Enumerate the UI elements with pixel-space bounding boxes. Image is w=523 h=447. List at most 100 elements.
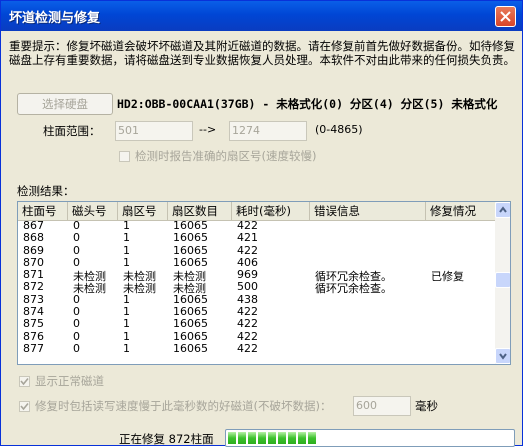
warning-notice: 重要提示：修复坏磁道会破坏坏磁道及其附近磁道的数据。请在修复前首先做好数据备份。… [9, 39, 515, 67]
table-cell: 1 [123, 317, 130, 331]
scroll-down-button[interactable] [495, 348, 510, 364]
table-cell: 422 [237, 317, 258, 331]
accurate-sector-checkbox[interactable] [119, 151, 130, 162]
chevron-up-icon [499, 206, 507, 213]
table-cell: 874 [23, 305, 44, 319]
table-cell: 422 [237, 329, 258, 343]
close-icon [500, 11, 511, 22]
table-cell: 16065 [173, 292, 208, 306]
table-cell: 16065 [173, 317, 208, 331]
cylinder-from-input[interactable]: 501 [115, 121, 193, 141]
table-cell: 1 [123, 255, 130, 269]
column-header[interactable]: 耗时(毫秒) [232, 202, 310, 220]
cylinder-to-input[interactable]: 1274 [229, 121, 307, 141]
table-cell: 0 [73, 317, 80, 331]
table-cell: 0 [73, 255, 80, 269]
threshold-ms-input[interactable]: 600 [353, 396, 411, 416]
column-header[interactable]: 错误信息 [310, 202, 426, 220]
column-header[interactable]: 修复情况 [426, 202, 496, 220]
table-cell: 1 [123, 341, 130, 355]
table-cell: 16065 [173, 255, 208, 269]
table-cell: 500 [237, 280, 258, 294]
scroll-up-button[interactable] [495, 202, 510, 218]
table-cell: 1 [123, 243, 130, 257]
disk-info: HD2:OBB-00CAA1(37GB) - 未格式化(0) 分区(4) 分区(… [117, 97, 498, 111]
table-cell: 438 [237, 292, 258, 306]
column-header[interactable]: 柱面号 [18, 202, 68, 220]
progress-segment [308, 432, 316, 444]
table-cell: 422 [237, 305, 258, 319]
close-button[interactable] [495, 6, 516, 27]
table-body: 867 0 1 16065 422 868 0 1 16065 421 869 0 1 16065 422 8… [18, 219, 496, 356]
progress-segment [238, 432, 246, 444]
table-cell: 867 [23, 219, 44, 232]
table-cell: 16065 [173, 243, 208, 257]
table-cell: 868 [23, 231, 44, 245]
table-cell: 969 [237, 268, 258, 282]
range-arrow: --> [199, 123, 217, 136]
table-cell: 871 [23, 268, 44, 282]
column-header[interactable]: 扇区号 [118, 202, 168, 220]
repair-slow-checkbox[interactable] [19, 401, 30, 412]
check-icon [20, 377, 29, 386]
table-cell: 1 [123, 231, 130, 245]
repair-slow-label: 修复时包括读写速度慢于此毫秒数的好磁道(不破坏数据)： [35, 399, 332, 413]
table-cell: 16065 [173, 231, 208, 245]
table-cell: 0 [73, 219, 80, 232]
table-cell: 16065 [173, 305, 208, 319]
table-cell: 877 [23, 341, 44, 355]
table-cell: 872 [23, 280, 44, 294]
table-cell: 875 [23, 317, 44, 331]
table-cell: 876 [23, 329, 44, 343]
results-table: 柱面号 磁头号 扇区号 扇区数目 耗时(毫秒) 错误信息 修复情况 867 0 1 1… [17, 201, 511, 365]
table-cell: 422 [237, 219, 258, 232]
table-cell: 1 [123, 305, 130, 319]
table-cell: 422 [237, 341, 258, 355]
cylinder-range-hint: (0-4865) [315, 123, 363, 136]
chevron-down-icon [499, 353, 507, 360]
cylinder-range-label: 柱面范围： [43, 124, 101, 138]
progress-segment [228, 432, 236, 444]
progress-segment [248, 432, 256, 444]
scroll-thumb[interactable] [495, 272, 510, 288]
table-cell: 406 [237, 255, 258, 269]
progress-segment [288, 432, 296, 444]
select-disk-button[interactable]: 选择硬盘 [17, 93, 113, 115]
repair-progress-bar [225, 429, 515, 447]
progress-segment [258, 432, 266, 444]
table-cell: 0 [73, 341, 80, 355]
show-normal-label: 显示正常磁道 [35, 374, 104, 388]
column-header[interactable]: 扇区数目 [168, 202, 232, 220]
table-cell: 873 [23, 292, 44, 306]
table-cell: 422 [237, 243, 258, 257]
check-icon [20, 402, 29, 411]
table-cell: 16065 [173, 219, 208, 232]
table-cell: 0 [73, 243, 80, 257]
repair-dialog: 坏道检测与修复 重要提示：修复坏磁道会破坏坏磁道及其附近磁道的数据。请在修复前首… [0, 0, 523, 447]
window-title: 坏道检测与修复 [9, 11, 101, 26]
accurate-sector-label: 检测时报告准确的扇区号(速度较慢) [135, 149, 317, 163]
table-cell: 421 [237, 231, 258, 245]
progress-segment [278, 432, 286, 444]
title-bar[interactable]: 坏道检测与修复 [1, 1, 522, 31]
column-header[interactable]: 磁头号 [68, 202, 118, 220]
progress-segment [298, 432, 306, 444]
table-scrollbar[interactable] [495, 202, 510, 364]
table-cell: 1 [123, 292, 130, 306]
show-normal-checkbox[interactable] [19, 376, 30, 387]
progress-fill [228, 432, 318, 444]
table-cell: 16065 [173, 341, 208, 355]
table-cell: 0 [73, 231, 80, 245]
table-cell: 1 [123, 219, 130, 232]
results-label: 检测结果： [17, 184, 75, 198]
table-row[interactable]: 877 0 1 16065 422 [18, 341, 496, 356]
repair-status: 正在修复 872柱面 [119, 432, 214, 446]
table-cell: 0 [73, 329, 80, 343]
table-cell: 1 [123, 329, 130, 343]
table-cell: 16065 [173, 329, 208, 343]
table-cell: 0 [73, 305, 80, 319]
table-cell: 0 [73, 292, 80, 306]
table-cell: 870 [23, 255, 44, 269]
table-cell: 869 [23, 243, 44, 257]
progress-segment [268, 432, 276, 444]
